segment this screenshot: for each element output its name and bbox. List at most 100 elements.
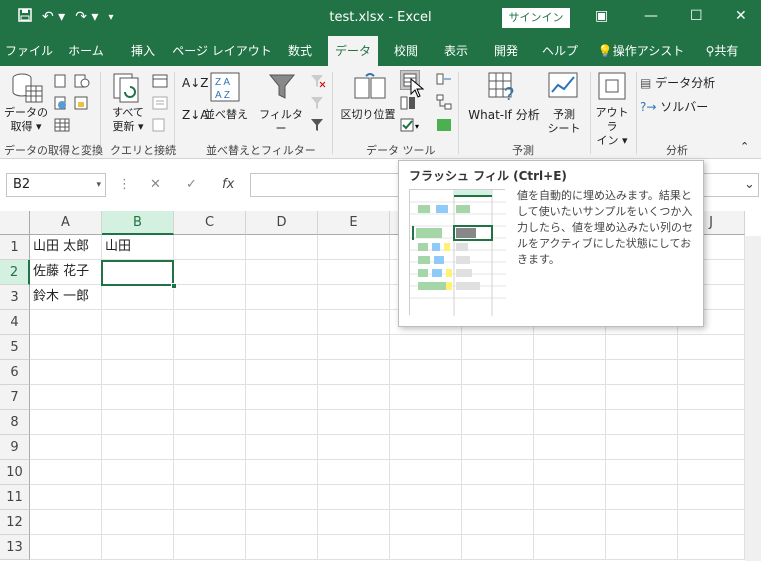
remove-duplicates-icon[interactable] <box>400 96 416 113</box>
cell-c2[interactable] <box>174 260 246 285</box>
cell-b8[interactable] <box>102 410 174 435</box>
cell-c7[interactable] <box>174 385 246 410</box>
column-header[interactable]: A <box>30 211 102 235</box>
cell-a10[interactable] <box>30 460 102 485</box>
cell-e8[interactable] <box>318 410 390 435</box>
text-to-columns-button[interactable]: 区切り位置 <box>338 108 398 122</box>
cell-i9[interactable] <box>606 435 678 460</box>
cell-j12[interactable] <box>678 510 745 535</box>
cell-f8[interactable] <box>390 410 462 435</box>
cell-h13[interactable] <box>534 535 606 560</box>
cell-f12[interactable] <box>390 510 462 535</box>
get-data-button[interactable]: データの 取得 ▾ <box>4 106 48 134</box>
tab-formulas[interactable]: 数式 <box>278 36 322 66</box>
from-text-icon[interactable] <box>54 74 68 91</box>
tab-help[interactable]: ヘルプ <box>536 36 584 66</box>
cell-i5[interactable] <box>606 335 678 360</box>
cell-f7[interactable] <box>390 385 462 410</box>
cell-e4[interactable] <box>318 310 390 335</box>
enter-icon[interactable]: ✓ <box>186 177 197 192</box>
cell-d3[interactable] <box>246 285 318 310</box>
cell-b6[interactable] <box>102 360 174 385</box>
row-header[interactable]: 1 <box>0 235 30 260</box>
row-header[interactable]: 3 <box>0 285 30 310</box>
save-icon[interactable] <box>18 8 32 26</box>
data-analysis-button[interactable]: ▤ データ分析 <box>640 74 715 91</box>
cell-h8[interactable] <box>534 410 606 435</box>
cell-j13[interactable] <box>678 535 745 560</box>
sort-button[interactable]: 並べ替え <box>200 108 252 122</box>
cell-i10[interactable] <box>606 460 678 485</box>
cell-b9[interactable] <box>102 435 174 460</box>
cancel-icon[interactable]: ✕ <box>150 177 161 192</box>
fill-handle[interactable] <box>171 283 177 289</box>
cell-d10[interactable] <box>246 460 318 485</box>
cell-h11[interactable] <box>534 485 606 510</box>
cell-g5[interactable] <box>462 335 534 360</box>
cell-g10[interactable] <box>462 460 534 485</box>
cell-d11[interactable] <box>246 485 318 510</box>
cell-j11[interactable] <box>678 485 745 510</box>
undo-icon[interactable]: ↶ ▾ <box>42 9 65 25</box>
tab-view[interactable]: 表示 <box>434 36 478 66</box>
cell-a8[interactable] <box>30 410 102 435</box>
collapse-ribbon-icon[interactable]: ⌃ <box>740 140 749 153</box>
advanced-filter-icon[interactable] <box>310 118 326 135</box>
cell-b1[interactable]: 山田 <box>102 235 174 260</box>
column-header[interactable]: E <box>318 211 390 235</box>
consolidate-icon[interactable] <box>436 72 452 89</box>
cell-h5[interactable] <box>534 335 606 360</box>
cell-e11[interactable] <box>318 485 390 510</box>
cell-b7[interactable] <box>102 385 174 410</box>
properties-icon[interactable] <box>152 96 168 113</box>
maximize-icon[interactable]: ☐ <box>690 8 703 24</box>
cell-c1[interactable] <box>174 235 246 260</box>
cell-g11[interactable] <box>462 485 534 510</box>
cell-j9[interactable] <box>678 435 745 460</box>
insert-function-icon[interactable]: fx <box>222 177 234 192</box>
relationships-icon[interactable] <box>436 94 452 113</box>
redo-icon[interactable]: ↷ ▾ <box>75 9 98 25</box>
cell-d5[interactable] <box>246 335 318 360</box>
row-header[interactable]: 10 <box>0 460 30 485</box>
cell-a12[interactable] <box>30 510 102 535</box>
cell-b12[interactable] <box>102 510 174 535</box>
tab-file[interactable]: ファイル <box>4 36 54 66</box>
cell-g7[interactable] <box>462 385 534 410</box>
refresh-all-button[interactable]: すべて 更新 ▾ <box>106 106 150 134</box>
cell-a1[interactable]: 山田 太郎 <box>30 235 102 260</box>
cell-j7[interactable] <box>678 385 745 410</box>
cell-d2[interactable] <box>246 260 318 285</box>
cell-g13[interactable] <box>462 535 534 560</box>
cell-c12[interactable] <box>174 510 246 535</box>
reapply-icon[interactable] <box>310 96 326 113</box>
cell-a4[interactable] <box>30 310 102 335</box>
existing-connections-icon[interactable] <box>74 96 90 113</box>
cell-e3[interactable] <box>318 285 390 310</box>
cell-a9[interactable] <box>30 435 102 460</box>
cell-i13[interactable] <box>606 535 678 560</box>
cell-j5[interactable] <box>678 335 745 360</box>
cell-e7[interactable] <box>318 385 390 410</box>
tab-review[interactable]: 校閲 <box>384 36 428 66</box>
cell-e13[interactable] <box>318 535 390 560</box>
cell-e9[interactable] <box>318 435 390 460</box>
cell-d13[interactable] <box>246 535 318 560</box>
cell-f5[interactable] <box>390 335 462 360</box>
cell-d6[interactable] <box>246 360 318 385</box>
cell-i12[interactable] <box>606 510 678 535</box>
recent-sources-icon[interactable] <box>74 74 90 91</box>
cell-d8[interactable] <box>246 410 318 435</box>
cell-b10[interactable] <box>102 460 174 485</box>
from-table-icon[interactable] <box>54 118 70 135</box>
cell-f10[interactable] <box>390 460 462 485</box>
tab-page-layout[interactable]: ページ レイアウト <box>172 36 272 66</box>
cell-g6[interactable] <box>462 360 534 385</box>
minimize-icon[interactable]: — <box>644 8 658 24</box>
cell-f6[interactable] <box>390 360 462 385</box>
cell-b3[interactable] <box>102 285 174 310</box>
signin-button[interactable]: サインイン <box>502 8 570 28</box>
cell-b11[interactable] <box>102 485 174 510</box>
cell-j6[interactable] <box>678 360 745 385</box>
cell-i6[interactable] <box>606 360 678 385</box>
